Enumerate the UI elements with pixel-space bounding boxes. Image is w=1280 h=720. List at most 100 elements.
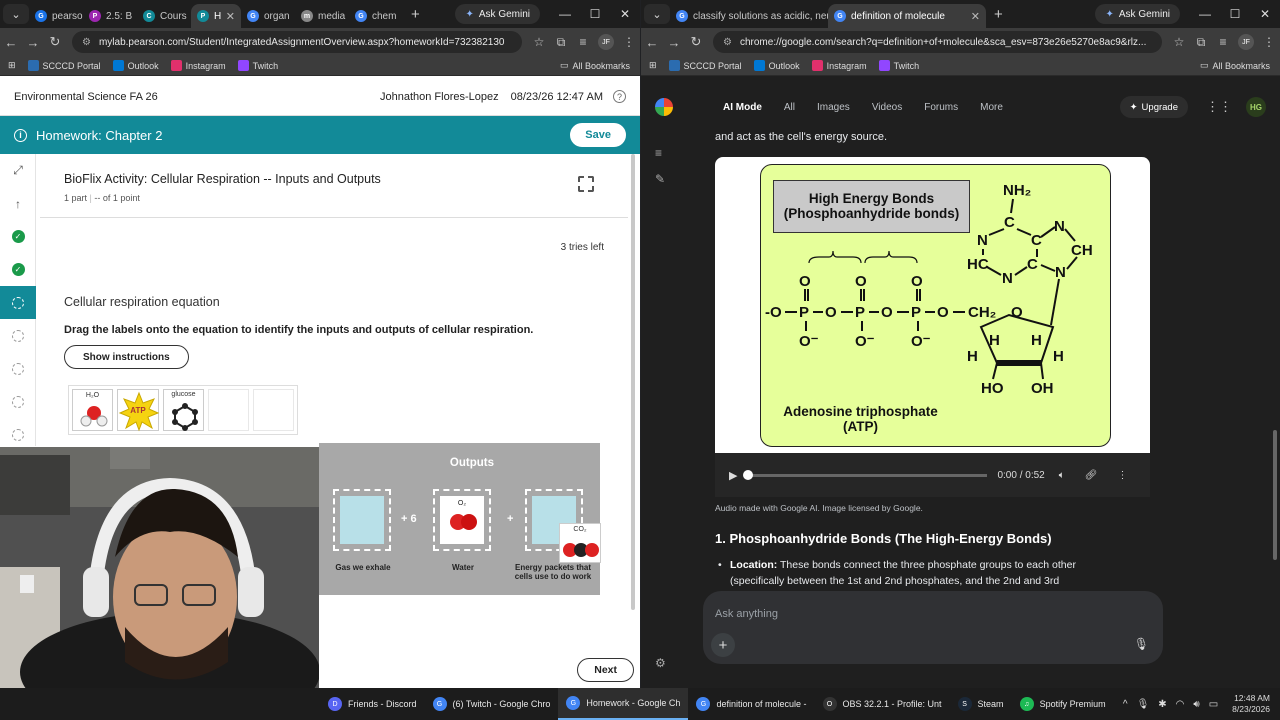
tab-right-1[interactable]: Gdefinition of molecule ✕	[828, 4, 986, 28]
label-atp[interactable]: ATP	[117, 389, 160, 432]
close-window-button[interactable]: ✕	[610, 7, 640, 21]
search-tab-2[interactable]: Images	[817, 102, 850, 113]
collapse-icon[interactable]: ⤢	[0, 154, 36, 187]
extensions-icon[interactable]: ⧉	[1190, 35, 1212, 50]
apps-icon[interactable]: ⊞	[649, 60, 657, 71]
audio-progress-handle[interactable]	[743, 469, 754, 480]
battery-icon[interactable]: ▭	[1209, 699, 1218, 710]
next-button[interactable]: Next	[577, 658, 634, 682]
label-glucose[interactable]: glucose	[163, 389, 204, 431]
maximize-button[interactable]: ☐	[1220, 7, 1250, 21]
new-tab-button[interactable]: +	[403, 6, 428, 23]
close-window-button[interactable]: ✕	[1250, 7, 1280, 21]
more-options-icon[interactable]: ⋮	[1117, 470, 1127, 481]
microphone-tray-icon[interactable]: 🎙︎	[1137, 699, 1150, 710]
atp-figure[interactable]: High Energy Bonds (Phosphoanhydride bonds…	[715, 157, 1150, 453]
question-nav-item-2[interactable]: ✓	[0, 253, 36, 286]
forward-button[interactable]: →	[22, 35, 44, 50]
account-avatar[interactable]: HG	[1246, 97, 1266, 117]
tab-left-5[interactable]: m media	[295, 4, 349, 28]
tray-overflow-icon[interactable]: ^	[1123, 699, 1128, 710]
play-icon[interactable]: ▶	[729, 469, 737, 482]
minimize-button[interactable]: —	[550, 7, 580, 21]
tab-left-0[interactable]: Gpearso	[29, 4, 83, 28]
bookmark-1[interactable]: Outlook	[112, 60, 159, 71]
forward-button[interactable]: →	[663, 35, 685, 50]
drop-target-water[interactable]: O₂	[433, 489, 491, 551]
question-nav-item-6[interactable]	[0, 385, 36, 418]
menu-icon[interactable]: ⋮	[618, 35, 640, 49]
reload-button[interactable]: ↻	[685, 34, 707, 50]
bookmark-0[interactable]: SCCCD Portal	[668, 60, 742, 71]
microphone-icon[interactable]: 🎙︎	[1134, 637, 1149, 651]
back-button[interactable]: ←	[641, 35, 663, 50]
question-nav-item-1[interactable]: ✓	[0, 220, 36, 253]
upgrade-button[interactable]: ✦ Upgrade	[1119, 96, 1188, 118]
bookmark-star-icon[interactable]: ☆	[528, 35, 550, 49]
tab-left-3[interactable]: P H ✕	[191, 4, 241, 28]
all-bookmarks-button[interactable]: ▭ All Bookmarks	[560, 60, 630, 71]
content-scrollbar[interactable]	[631, 154, 635, 610]
bookmark-2[interactable]: Instagram	[170, 60, 226, 71]
drop-target-gas[interactable]	[333, 489, 391, 551]
search-tab-1[interactable]: All	[784, 102, 795, 113]
site-info-icon[interactable]: ⚙	[723, 37, 732, 48]
reload-button[interactable]: ↻	[44, 34, 66, 50]
tab-close-icon[interactable]: ✕	[967, 10, 980, 23]
all-bookmarks-button[interactable]: ▭ All Bookmarks	[1200, 60, 1270, 71]
site-info-icon[interactable]: ⚙	[82, 37, 91, 48]
tab-search-button[interactable]: ⌄	[3, 4, 29, 24]
settings-icon[interactable]: ⚙	[655, 656, 666, 670]
add-attachment-button[interactable]: +	[711, 633, 735, 657]
search-tab-5[interactable]: More	[980, 102, 1003, 113]
media-icon[interactable]: ≡	[572, 35, 594, 49]
new-chat-icon[interactable]: ✎	[655, 172, 665, 186]
search-tab-0[interactable]: AI Mode	[723, 102, 762, 113]
fullscreen-icon[interactable]	[578, 176, 594, 192]
bluetooth-icon[interactable]: ✱	[1158, 699, 1166, 710]
new-tab-button[interactable]: +	[986, 6, 1011, 23]
maximize-button[interactable]: ☐	[580, 7, 610, 21]
google-apps-icon[interactable]: ⋮⋮	[1206, 99, 1232, 115]
clock[interactable]: 12:48 AM 8/23/2026	[1232, 693, 1270, 715]
page-scrollbar[interactable]	[1273, 430, 1277, 560]
taskbar-item-1[interactable]: G (6) Twitch - Google Chro	[425, 688, 559, 720]
bookmark-1[interactable]: Outlook	[753, 60, 800, 71]
tab-left-4[interactable]: Gorgan	[241, 4, 295, 28]
bookmark-2[interactable]: Instagram	[811, 60, 867, 71]
taskbar-item-2[interactable]: G Homework - Google Ch	[558, 688, 689, 720]
tab-left-2[interactable]: C Cours	[137, 4, 191, 28]
bookmark-3[interactable]: Twitch	[237, 60, 278, 71]
tab-close-icon[interactable]: ✕	[222, 10, 235, 23]
scroll-up-icon[interactable]: ↑	[0, 187, 36, 220]
menu-icon[interactable]: ⋮	[1258, 35, 1280, 49]
taskbar-item-0[interactable]: D Friends - Discord	[320, 688, 425, 720]
minimize-button[interactable]: —	[1190, 7, 1220, 21]
question-nav-item-4[interactable]	[0, 319, 36, 352]
apps-icon[interactable]: ⊞	[8, 60, 16, 71]
media-icon[interactable]: ≡	[1212, 35, 1234, 49]
taskbar-item-4[interactable]: O OBS 32.2.1 - Profile: Unt	[815, 688, 950, 720]
tab-right-0[interactable]: Gclassify solutions as acidic, neu✕	[670, 4, 828, 28]
profile-avatar[interactable]: JF	[598, 34, 614, 50]
extensions-icon[interactable]: ⧉	[550, 35, 572, 50]
bookmark-3[interactable]: Twitch	[878, 60, 919, 71]
taskbar-item-6[interactable]: ♫ Spotify Premium	[1012, 688, 1114, 720]
tab-search-button[interactable]: ⌄	[644, 4, 670, 24]
link-icon[interactable]: 🔗︎	[1085, 470, 1098, 481]
ask-gemini-button[interactable]: ✦ Ask Gemini	[1095, 4, 1180, 24]
tab-left-6[interactable]: Gchem	[349, 4, 403, 28]
audio-progress-track[interactable]	[743, 469, 988, 480]
bookmark-0[interactable]: SCCCD Portal	[27, 60, 101, 71]
help-icon[interactable]: ?	[613, 90, 626, 103]
ask-input[interactable]: Ask anything	[715, 608, 778, 620]
volume-icon[interactable]: 🔈︎	[1059, 470, 1065, 481]
info-icon[interactable]: i	[14, 128, 27, 142]
question-nav-item-3[interactable]	[0, 286, 36, 319]
search-tab-3[interactable]: Videos	[872, 102, 902, 113]
back-button[interactable]: ←	[0, 35, 22, 50]
url-field[interactable]: ⚙ mylab.pearson.com/Student/IntegratedAss…	[72, 31, 522, 53]
ask-gemini-button[interactable]: ✦ Ask Gemini	[455, 4, 540, 24]
dragging-label-co2[interactable]: CO₂	[559, 523, 601, 563]
show-instructions-button[interactable]: Show instructions	[64, 345, 189, 369]
